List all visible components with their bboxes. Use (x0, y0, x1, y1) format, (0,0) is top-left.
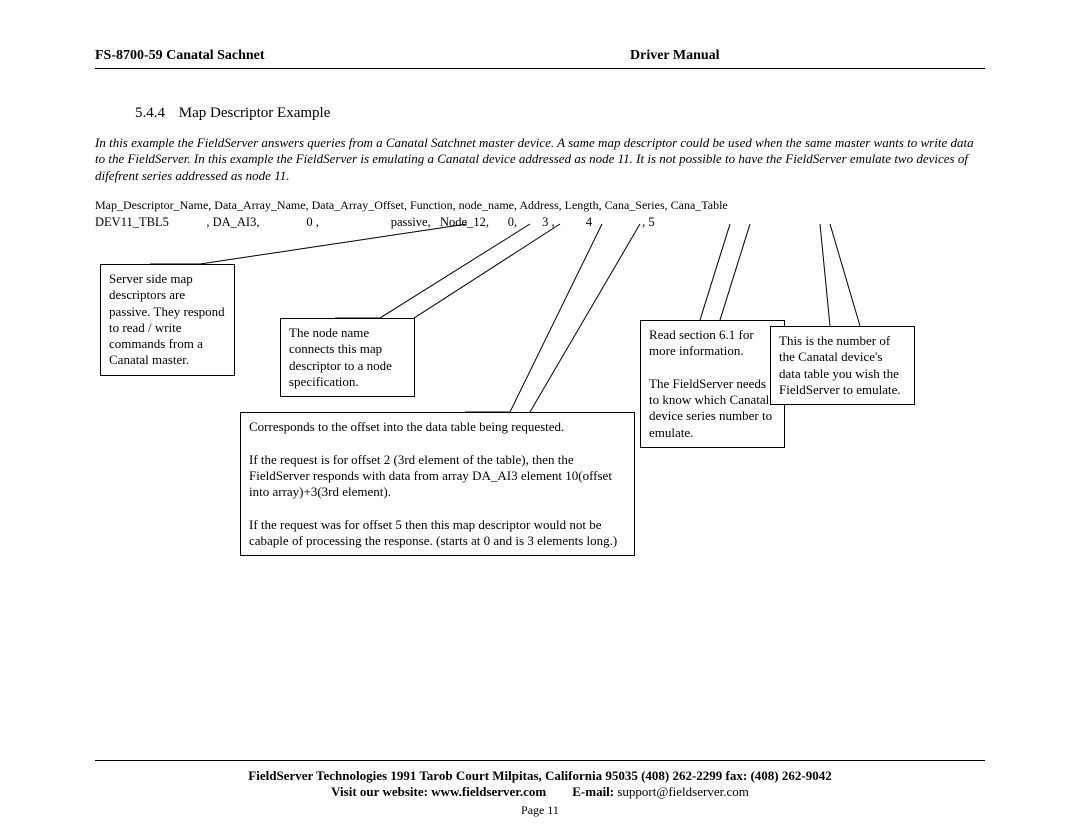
section-title: Map Descriptor Example (179, 105, 331, 121)
section-number: 5.4.4 (135, 105, 165, 121)
footer-email-value: support@fieldserver.com (614, 784, 749, 799)
callout-series: Read section 6.1 for more information. T… (640, 320, 785, 448)
footer-contact: Visit our website: www.fieldserver.com E… (95, 784, 985, 800)
footer-email-label: E-mail: (572, 784, 614, 799)
document-page: FS-8700-59 Canatal Sachnet Driver Manual… (0, 0, 1080, 834)
callout-node-name: The node name connects this map descript… (280, 318, 415, 397)
callout-passive: Server side map descriptors are passive.… (100, 264, 235, 376)
callout-offset: Corresponds to the offset into the data … (240, 412, 635, 556)
footer-rule (95, 760, 985, 761)
header-left: FS-8700-59 Canatal Sachnet (95, 48, 265, 64)
footer-visit-label: Visit our website: (331, 784, 431, 799)
intro-paragraph: In this example the FieldServer answers … (95, 135, 980, 184)
map-descriptor-data-row: DEV11_TBL5 , DA_AI3, 0 , passive, Node_1… (95, 215, 655, 230)
footer-address: FieldServer Technologies 1991 Tarob Cour… (95, 768, 985, 784)
callout-table-number: This is the number of the Canatal device… (770, 326, 915, 405)
map-descriptor-header-row: Map_Descriptor_Name, Data_Array_Name, Da… (95, 198, 728, 213)
footer: FieldServer Technologies 1991 Tarob Cour… (95, 768, 985, 818)
section-heading: 5.4.4 Map Descriptor Example (135, 105, 330, 122)
footer-visit-value: www.fieldserver.com (431, 784, 546, 799)
header-right: Driver Manual (630, 48, 720, 64)
header-rule (95, 68, 985, 69)
page-number: Page 11 (95, 803, 985, 818)
